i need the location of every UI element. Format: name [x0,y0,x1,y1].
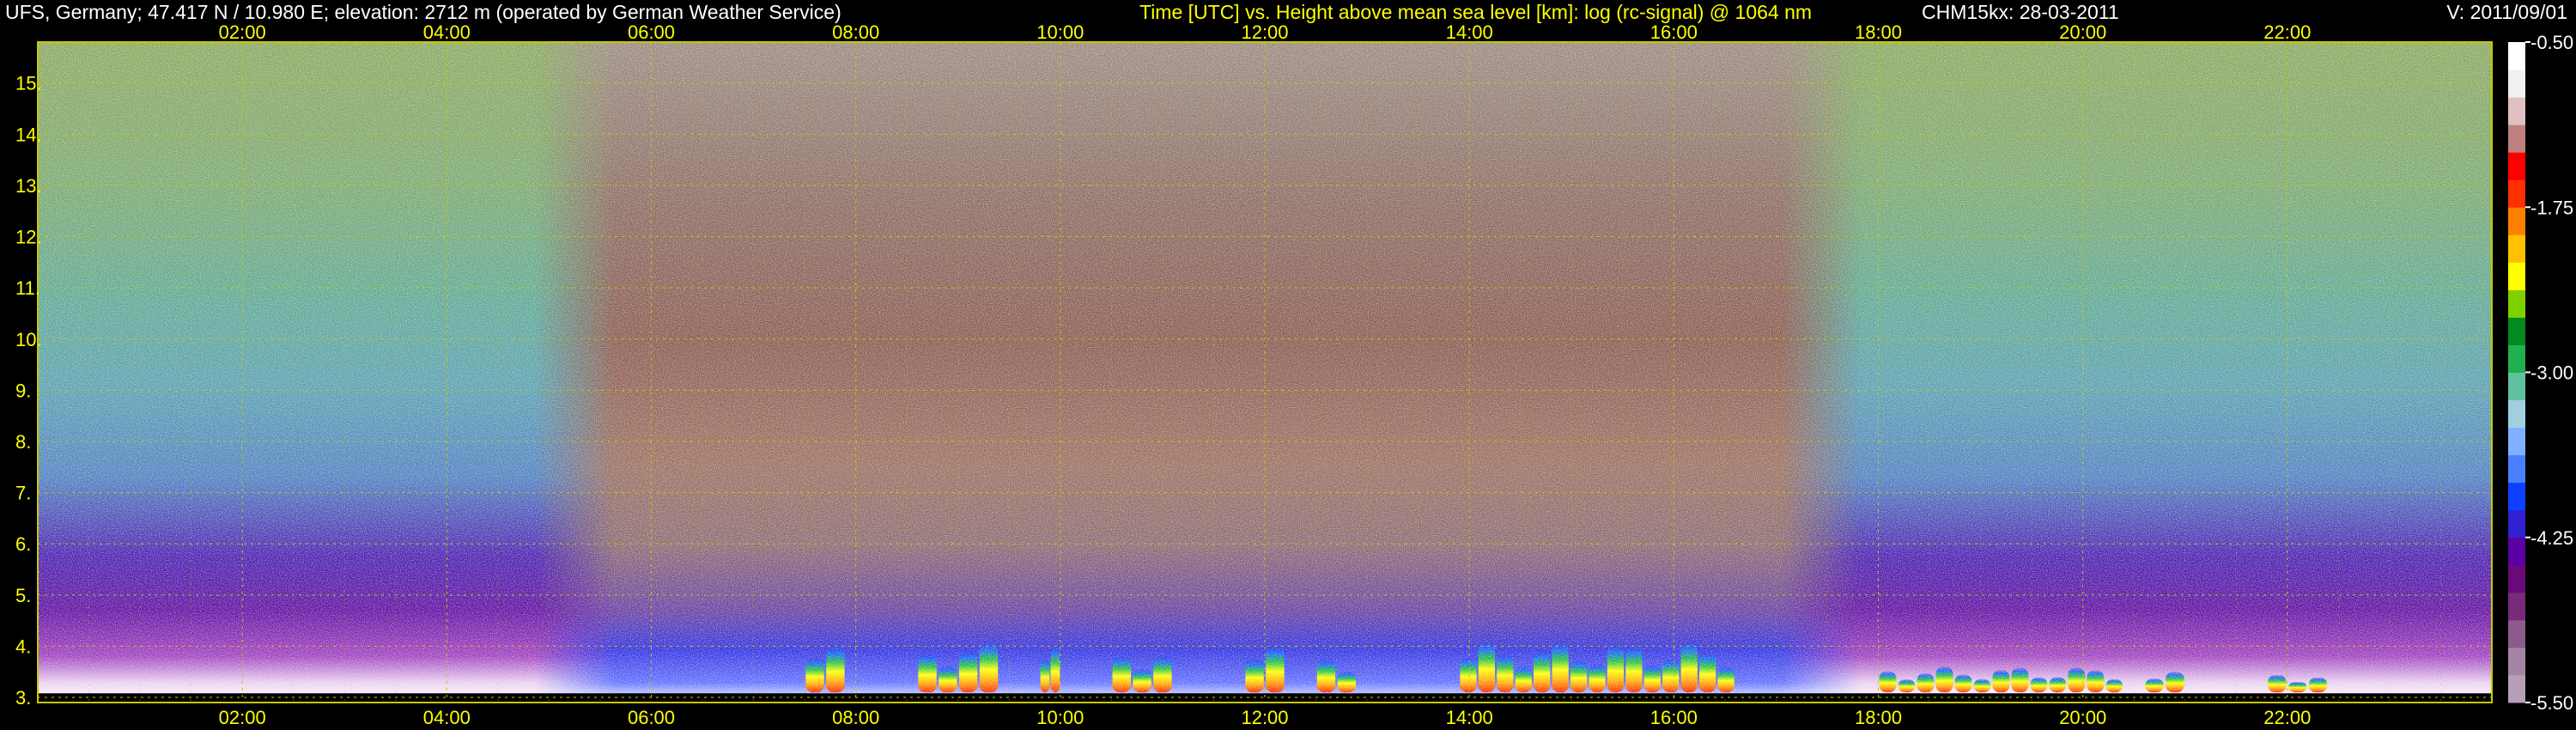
colorbar-segment [2508,262,2525,290]
colorbar-segment [2508,537,2525,566]
x-tick-label-top: 22:00 [2263,21,2311,43]
y-tick-label: 12. [15,227,42,248]
colorbar [2508,42,2525,703]
y-tick-label: 8. [15,431,31,453]
y-tick-label: 7. [15,483,31,504]
station-info: UFS, Germany; 47.417 N / 10.980 E; eleva… [5,1,841,23]
x-tick-label-bottom: 14:00 [1446,707,1493,728]
colorbar-segment [2508,152,2525,180]
x-tick-label-top: 14:00 [1446,21,1493,43]
y-tick-label: 9. [15,380,31,401]
x-tick-label-bottom: 06:00 [628,707,675,728]
x-tick-label-top: 02:00 [219,21,266,43]
colorbar-segment [2508,42,2525,70]
x-tick-label-top: 18:00 [1855,21,1902,43]
colorbar-ticks: -0.50 -1.75 -3.00 -4.25 -5.50 [2525,32,2573,714]
y-tick-label: 11. [15,277,40,299]
colorbar-segment [2508,317,2525,345]
colorbar-segment [2508,454,2525,484]
y-tick-label: 13. [15,175,42,197]
x-tick-label-top: 10:00 [1036,21,1084,43]
colorbar-segment [2508,509,2525,538]
y-tick-label: 10. [15,329,42,350]
colorbar-segment [2508,234,2525,263]
colorbar-segment [2508,97,2525,125]
x-tick-label-top: 12:00 [1241,21,1288,43]
y-tick-label: 3. [15,687,31,709]
ceilometer-plot: 02:00 04:00 06:00 08:00 10:00 12:00 14:00 16:00… [5,1,2573,728]
colorbar-segment [2508,125,2525,153]
plot-area [38,42,2492,703]
colorbar-segment [2508,482,2525,511]
x-tick-label-bottom: 12:00 [1241,707,1288,728]
x-tick-label-top: 08:00 [832,21,879,43]
colorbar-tick-label: -3.00 [2530,362,2573,384]
colorbar-tick-label: -4.25 [2530,527,2573,549]
colorbar-segment [2508,289,2525,318]
x-tick-label-bottom: 22:00 [2263,707,2311,728]
colorbar-tick-label: -1.75 [2530,197,2573,218]
colorbar-tick-label: -5.50 [2530,692,2573,714]
x-tick-label-bottom: 02:00 [219,707,266,728]
x-tick-label-bottom: 08:00 [832,707,879,728]
colorbar-segment [2508,179,2525,208]
x-tick-label-top: 04:00 [423,21,471,43]
y-tick-label: 15. [15,73,42,94]
colorbar-segment [2508,70,2525,98]
x-tick-label-bottom: 20:00 [2059,707,2106,728]
colorbar-segment [2508,619,2525,648]
x-tick-label-top: 16:00 [1650,21,1698,43]
x-tick-label-bottom: 16:00 [1650,707,1698,728]
colorbar-segment [2508,674,2525,703]
colorbar-segment [2508,207,2525,235]
colorbar-segment [2508,647,2525,676]
colorbar-segment [2508,564,2525,593]
instrument-date: CHM15kx: 28-03-2011 [1922,1,2119,23]
chart-description: Time [UTC] vs. Height above mean sea lev… [1139,1,1812,23]
colorbar-tick-label: -0.50 [2530,32,2573,53]
x-axis-top: 02:00 04:00 06:00 08:00 10:00 12:00 14:00 16:00… [219,21,2312,43]
colorbar-segment [2508,399,2525,429]
y-tick-label: 5. [15,585,31,606]
version-label: V: 2011/09/01 [2446,1,2567,23]
y-tick-label: 6. [15,533,31,555]
colorbar-segment [2508,592,2525,621]
x-tick-label-bottom: 10:00 [1036,707,1084,728]
x-tick-label-top: 06:00 [628,21,675,43]
ground-band [38,693,2492,703]
x-tick-label-bottom: 04:00 [423,707,471,728]
colorbar-segment [2508,427,2525,456]
x-axis-bottom: 02:00 04:00 06:00 08:00 10:00 12:00 14:00 16:00… [219,707,2312,728]
y-tick-label: 4. [15,636,31,657]
y-tick-label: 14. [15,124,42,145]
colorbar-segment [2508,372,2525,401]
colorbar-segment [2508,344,2525,373]
x-tick-label-top: 20:00 [2059,21,2106,43]
x-tick-label-bottom: 18:00 [1855,707,1902,728]
